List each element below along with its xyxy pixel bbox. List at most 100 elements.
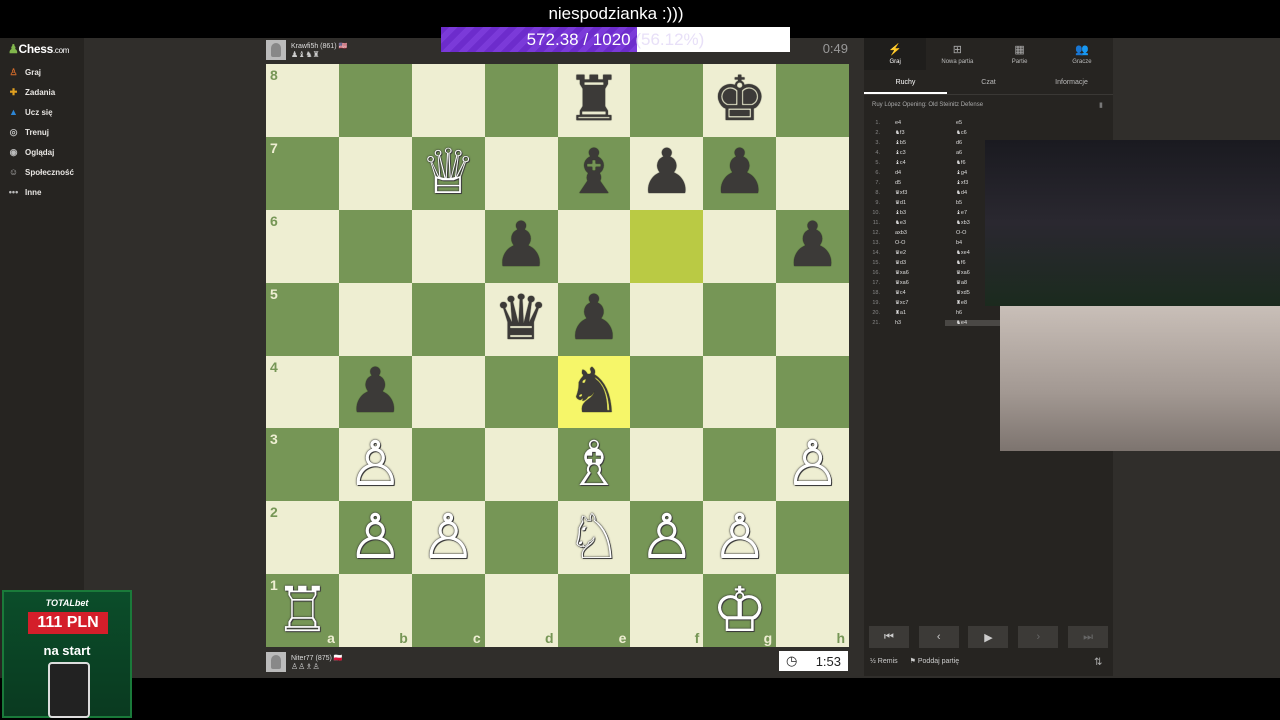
white-move[interactable]: ♛xa6 [884,280,945,286]
white-piece[interactable]: ♙ [348,506,404,569]
square-e6[interactable] [557,209,631,283]
square-a6[interactable]: 6 [266,209,339,283]
square-e2[interactable]: ♘ [557,501,631,575]
square-b5[interactable] [338,282,412,356]
panel-tab-4[interactable]: 👥 Gracze [1051,38,1113,70]
white-piece[interactable]: ♕ [420,142,476,204]
avatar[interactable] [266,652,286,672]
subtab-3[interactable]: Informacje [1030,72,1113,94]
square-f5[interactable] [630,282,704,356]
square-h3[interactable]: ♙ [776,428,849,502]
sidebar-item-6[interactable]: ☺ Społeczność [8,165,74,179]
flip-board-icon[interactable]: ⇅ [1094,657,1102,668]
black-piece[interactable]: ♛ [493,288,549,350]
square-d2[interactable] [484,501,558,575]
square-b4[interactable]: ♟ [338,355,412,429]
white-move[interactable]: ♛e2 [884,250,945,256]
sidebar-item-4[interactable]: ◎ Trenuj [8,125,49,139]
white-move[interactable]: ♞f3 [884,130,945,136]
square-a1[interactable]: 1 a ♖ [266,574,339,647]
black-piece[interactable]: ♝ [566,142,622,204]
subtab-2[interactable]: Czat [947,72,1030,94]
square-d8[interactable] [484,64,558,137]
white-move[interactable]: e4 [884,120,945,126]
white-move[interactable]: ♜a1 [884,310,945,316]
next-move-button[interactable]: › [1018,626,1059,648]
first-move-button[interactable]: ⏮ [868,626,909,648]
square-e5[interactable]: ♟ [557,282,631,356]
black-move[interactable]: ♞c6 [945,130,1006,136]
square-a2[interactable]: 2 [266,501,339,575]
sidebar-item-3[interactable]: ▲ Ucz się [8,105,53,119]
square-g1[interactable]: g ♔ [703,574,777,647]
white-move[interactable]: ♞e3 [884,220,945,226]
sidebar-item-1[interactable]: ♙ Graj [8,65,41,79]
square-c2[interactable]: ♙ [411,501,485,575]
white-move[interactable]: h3 [884,320,945,326]
square-b2[interactable]: ♙ [338,501,412,575]
square-c4[interactable] [411,355,485,429]
square-d6[interactable]: ♟ [484,209,558,283]
square-h1[interactable]: h [776,574,849,647]
previous-move-button[interactable]: ‹ [918,626,959,648]
white-move[interactable]: d4 [884,170,945,176]
square-h6[interactable]: ♟ [776,209,849,283]
square-a5[interactable]: 5 [266,282,339,356]
square-f2[interactable]: ♙ [630,501,704,575]
square-f4[interactable] [630,355,704,429]
white-piece[interactable]: ♗ [566,433,622,496]
white-move[interactable]: axb3 [884,230,945,236]
square-g7[interactable]: ♟ [703,136,777,210]
black-piece[interactable]: ♜ [566,69,622,131]
square-a8[interactable]: 8 [266,64,339,137]
square-g4[interactable] [703,355,777,429]
square-d1[interactable]: d [484,574,558,647]
square-e3[interactable]: ♗ [557,428,631,502]
square-g3[interactable] [703,428,777,502]
avatar[interactable] [266,40,286,60]
sidebar-item-2[interactable]: ✚ Zadania [8,85,56,99]
sidebar-item-7[interactable]: ••• Inne [8,185,42,199]
square-c6[interactable] [411,209,485,283]
white-move[interactable]: ♛xf3 [884,190,945,196]
square-g8[interactable]: ♚ [703,64,777,137]
black-move[interactable]: h6 [945,310,1006,316]
black-piece[interactable]: ♟ [639,142,695,204]
square-d4[interactable] [484,355,558,429]
white-move[interactable]: O-O [884,240,945,246]
square-e4[interactable]: ♞ [557,355,631,429]
square-f8[interactable] [630,64,704,137]
square-f7[interactable]: ♟ [630,136,704,210]
white-move[interactable]: ♝c3 [884,150,945,156]
white-move[interactable]: ♝c4 [884,160,945,166]
square-g2[interactable]: ♙ [703,501,777,575]
sidebar-item-5[interactable]: ◉ Oglądaj [8,145,55,159]
square-d7[interactable] [484,136,558,210]
book-icon[interactable]: ▮ [1099,101,1103,109]
square-b6[interactable] [338,209,412,283]
square-d5[interactable]: ♛ [484,282,558,356]
square-b7[interactable] [338,136,412,210]
black-move[interactable]: e5 [945,120,1006,126]
square-g6[interactable] [703,209,777,283]
white-move[interactable]: d5 [884,180,945,186]
square-g5[interactable] [703,282,777,356]
chess-board[interactable]: 8 ♜ ♚ 7 ♕ ♝ ♟ ♟ 6 ♟ ♟ 5 ♛ ♟ 4 ♟ ♞ 3 ♙ ♗ ♙ 2 ♙ ♙ ♘ ♙ ♙ 1 a ♖ b c d e f g ♔ h [266,64,849,647]
square-d3[interactable] [484,428,558,502]
white-piece[interactable]: ♖ [275,579,331,642]
square-f3[interactable] [630,428,704,502]
square-h8[interactable] [776,64,849,137]
black-piece[interactable]: ♞ [566,360,622,423]
square-b8[interactable] [338,64,412,137]
black-piece[interactable]: ♟ [566,288,622,350]
white-piece[interactable]: ♙ [712,506,768,569]
white-move[interactable]: ♝b5 [884,140,945,146]
square-a4[interactable]: 4 [266,355,339,429]
square-a7[interactable]: 7 [266,136,339,210]
black-piece[interactable]: ♟ [493,215,549,277]
white-move[interactable]: ♛xa6 [884,270,945,276]
chesscom-logo[interactable]: ♟Chess.com [8,42,69,56]
white-move[interactable]: ♝b3 [884,210,945,216]
resign-button[interactable]: ⚑ Poddaj partię [910,657,960,665]
square-h2[interactable] [776,501,849,575]
